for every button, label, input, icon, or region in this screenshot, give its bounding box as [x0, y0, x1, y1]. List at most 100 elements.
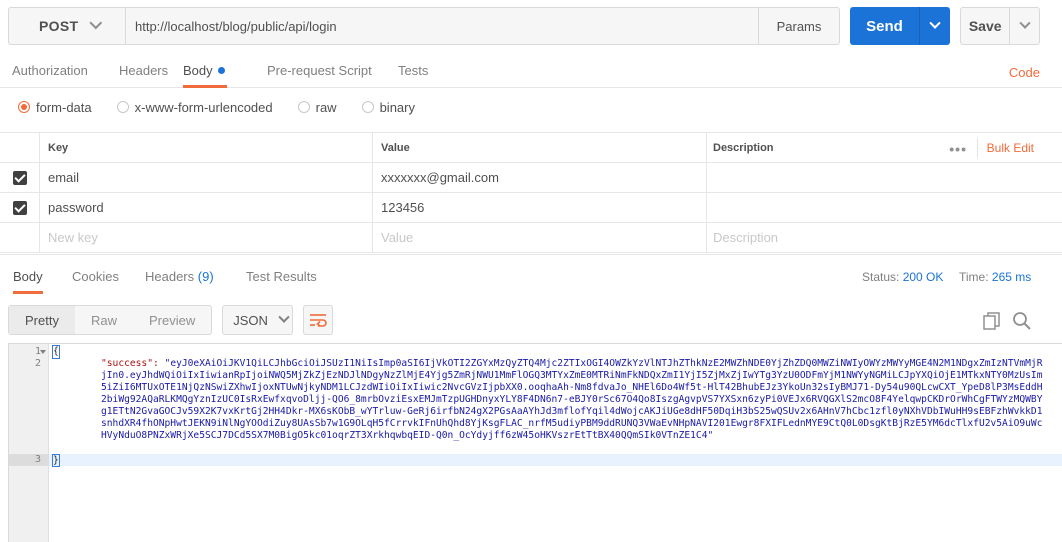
view-mode-group: Pretty Raw Preview [8, 305, 213, 335]
description-cell[interactable] [707, 163, 1062, 192]
line-number: 2 [34, 358, 41, 369]
open-brace: { [52, 345, 60, 359]
chevron-down-icon [278, 311, 290, 323]
radio-label: x-www-form-urlencoded [134, 99, 273, 115]
key-cell[interactable]: password [40, 193, 373, 222]
fold-arrow-icon[interactable] [40, 350, 46, 354]
tab-pre-request-script[interactable]: Pre-request Script [267, 63, 372, 88]
method-select[interactable]: POST [8, 7, 125, 45]
pretty-button[interactable]: Pretty [9, 306, 75, 334]
radio-urlencoded[interactable]: x-www-form-urlencoded [116, 98, 273, 116]
radio-unchecked-icon [361, 101, 374, 113]
value-cell[interactable]: xxxxxxx@gmail.com [373, 163, 707, 192]
search-icon[interactable] [1012, 311, 1032, 331]
preview-button[interactable]: Preview [133, 306, 211, 334]
json-token-value: "eyJ0eXAiOiJKV1QiLCJhbGciOiJSUzI1NiIsImp… [101, 358, 1043, 441]
radio-label: raw [315, 99, 337, 115]
wrap-lines-button[interactable] [303, 305, 334, 335]
new-description-input[interactable]: Description [707, 223, 1062, 252]
row-checkbox[interactable] [12, 200, 27, 215]
line-number: 3 [34, 454, 41, 465]
headers-count: (9) [197, 269, 214, 284]
radio-unchecked-icon [116, 101, 129, 113]
send-button[interactable]: Send [850, 7, 919, 45]
tab-response-headers[interactable]: Headers (9) [145, 269, 214, 294]
save-options-button[interactable] [1009, 8, 1039, 44]
code-link[interactable]: Code [1009, 65, 1040, 80]
status-value: 200 OK [902, 270, 944, 284]
status-label: Status: [862, 270, 900, 284]
modified-dot-icon [217, 67, 225, 74]
text-cursor [58, 454, 60, 465]
radio-form-data[interactable]: form-data [18, 98, 92, 116]
radio-label: form-data [36, 99, 92, 115]
params-table: Key Value Description ••• Bulk Edit emai… [0, 132, 1062, 253]
close-brace: } [52, 454, 60, 467]
copy-icon[interactable] [982, 311, 1002, 331]
raw-button[interactable]: Raw [75, 306, 133, 334]
tab-body[interactable]: Body [183, 63, 227, 88]
response-editor[interactable]: 1 2 3 { "success": "eyJ0eXAiOiJKV1QiLCJh… [8, 343, 1062, 542]
key-cell[interactable]: email [40, 163, 373, 192]
code-line: "success": "eyJ0eXAiOiJKV1QiLCJhbGciOiJS… [53, 358, 1043, 442]
table-row-new: New key Value Description [0, 223, 1062, 253]
radio-unchecked-icon [297, 101, 310, 113]
tab-headers[interactable]: Headers [119, 63, 168, 88]
tab-response-headers-label: Headers [145, 269, 195, 284]
save-button-group: Save [960, 7, 1040, 45]
tab-cookies[interactable]: Cookies [72, 269, 119, 294]
tab-body-label: Body [183, 63, 213, 78]
format-label: JSON [233, 312, 268, 328]
new-value-input[interactable]: Value [373, 223, 707, 252]
request-bar: POST http://localhost/blog/public/api/lo… [8, 7, 840, 45]
radio-checked-icon [18, 101, 30, 113]
tab-test-results[interactable]: Test Results [246, 269, 317, 294]
row-checkbox-cell [0, 223, 40, 252]
url-text: http://localhost/blog/public/api/login [135, 18, 337, 34]
radio-raw[interactable]: raw [297, 98, 337, 116]
format-select[interactable]: JSON [222, 305, 294, 335]
body-type-radios: form-data x-www-form-urlencoded raw bina… [18, 98, 440, 116]
send-options-button[interactable] [919, 7, 950, 45]
header-value: Value [373, 133, 707, 162]
params-label: Params [776, 18, 822, 34]
save-button[interactable]: Save [961, 8, 1009, 44]
table-row: password 123456 [0, 193, 1062, 223]
response-toolbar: Pretty Raw Preview JSON [8, 305, 334, 335]
header-description: Description ••• Bulk Edit [707, 133, 1062, 162]
more-options-icon[interactable]: ••• [949, 141, 967, 157]
tab-response-body[interactable]: Body [13, 269, 43, 294]
request-tabs: Authorization Headers Body Pre-request S… [0, 55, 1062, 88]
json-key: "success": [101, 358, 159, 369]
table-header-row: Key Value Description ••• Bulk Edit [0, 132, 1062, 163]
tab-authorization[interactable]: Authorization [12, 63, 88, 88]
value-cell[interactable]: 123456 [373, 193, 707, 222]
tab-tests[interactable]: Tests [398, 63, 428, 88]
radio-label: binary [379, 99, 415, 115]
url-input[interactable]: http://localhost/blog/public/api/login [125, 7, 758, 45]
divider [0, 254, 1062, 255]
time-value: 265 ms [991, 270, 1032, 284]
line-gutter [9, 344, 49, 542]
active-line-highlight [49, 454, 1062, 466]
status-readout: Status: 200 OK [862, 270, 943, 284]
method-label: POST [39, 18, 79, 34]
radio-binary[interactable]: binary [361, 98, 415, 116]
wrap-lines-icon [310, 314, 327, 327]
params-button[interactable]: Params [758, 7, 840, 45]
chevron-down-icon [89, 16, 103, 29]
row-checkbox-cell [0, 163, 40, 192]
new-key-input[interactable]: New key [40, 223, 373, 252]
send-button-group: Send [850, 7, 950, 45]
bulk-edit-link[interactable]: Bulk Edit [987, 141, 1034, 155]
row-checkbox[interactable] [12, 170, 27, 185]
header-key: Key [40, 133, 373, 162]
time-label: Time: [959, 270, 989, 284]
header-description-label: Description [713, 141, 774, 154]
chevron-down-icon [1019, 17, 1031, 29]
time-readout: Time: 265 ms [959, 270, 1031, 284]
divider [977, 138, 978, 158]
row-checkbox-cell [0, 193, 40, 222]
header-check-cell [0, 133, 40, 162]
description-cell[interactable] [707, 193, 1062, 222]
